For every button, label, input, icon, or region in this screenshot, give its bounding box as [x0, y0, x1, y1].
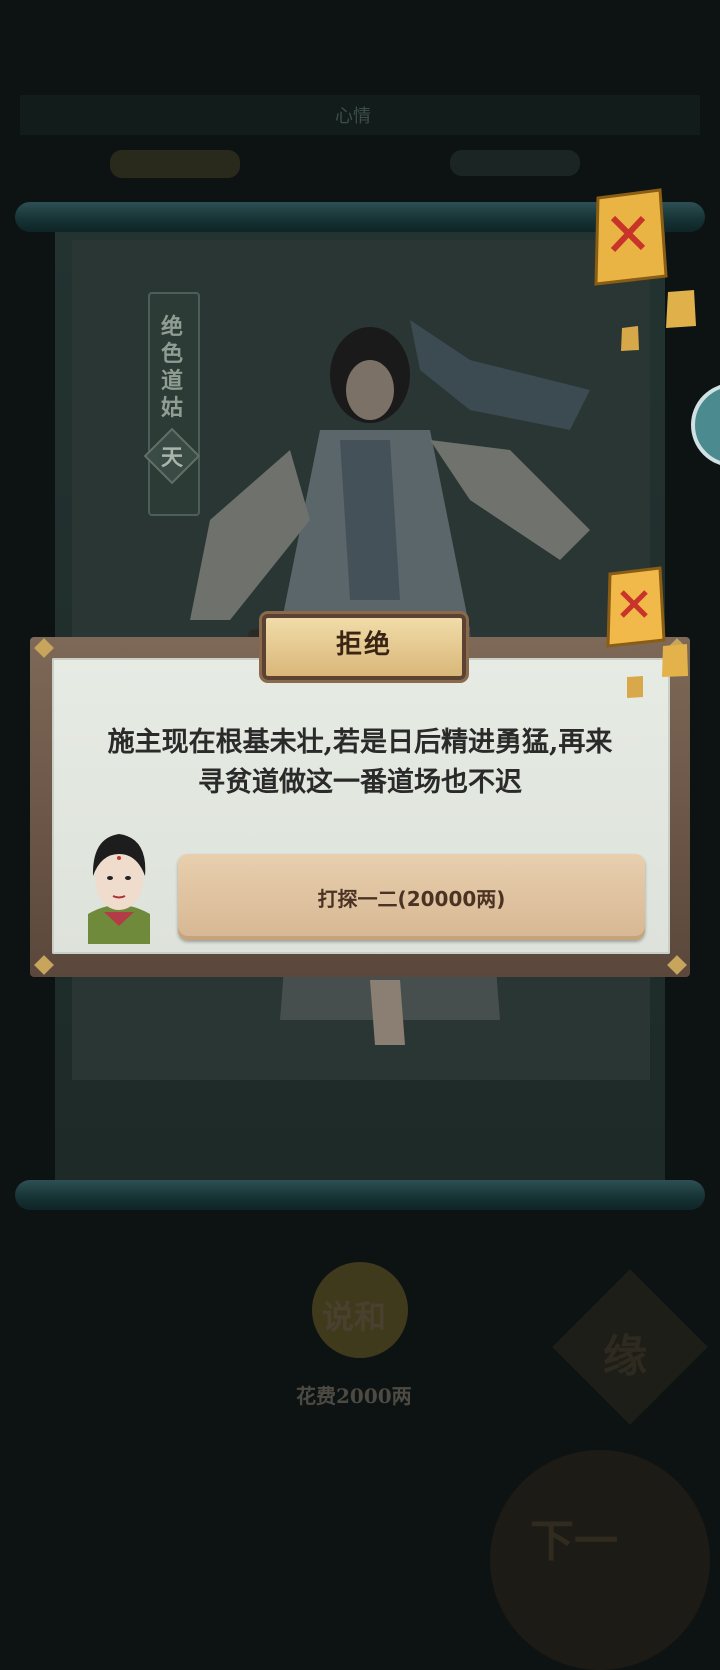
dialog-message: 施主现在根基未壮,若是日后精进勇猛,再来 寻贫道做这一番道场也不迟	[107, 727, 613, 798]
character-name: 绝 色 道 姑	[160, 314, 183, 421]
investigate-button-label: 打探一二(20000两)	[317, 887, 506, 911]
sky-lantern-icon	[621, 326, 639, 351]
sky-lantern-icon	[666, 290, 696, 328]
sky-lantern-icon	[662, 644, 688, 677]
mediate-cost: 花费2000两	[296, 1384, 412, 1408]
scroll-bottom-rod	[15, 1180, 705, 1210]
sky-lantern-icon	[606, 566, 666, 648]
fate-label: 缘	[603, 1331, 647, 1382]
side-button-icon[interactable]	[690, 382, 720, 468]
next-label: 下一	[530, 1516, 618, 1567]
mediate-label: 说和	[322, 1298, 387, 1336]
resource-pill	[110, 150, 240, 178]
dialog-title: 拒绝	[335, 630, 392, 660]
advisor-avatar	[88, 834, 150, 944]
resource-pill	[450, 150, 580, 176]
mood-label: 心情	[335, 106, 371, 127]
sky-lantern-icon	[594, 188, 668, 286]
sky-lantern-icon	[627, 676, 643, 698]
rank-label: 天	[160, 445, 183, 471]
